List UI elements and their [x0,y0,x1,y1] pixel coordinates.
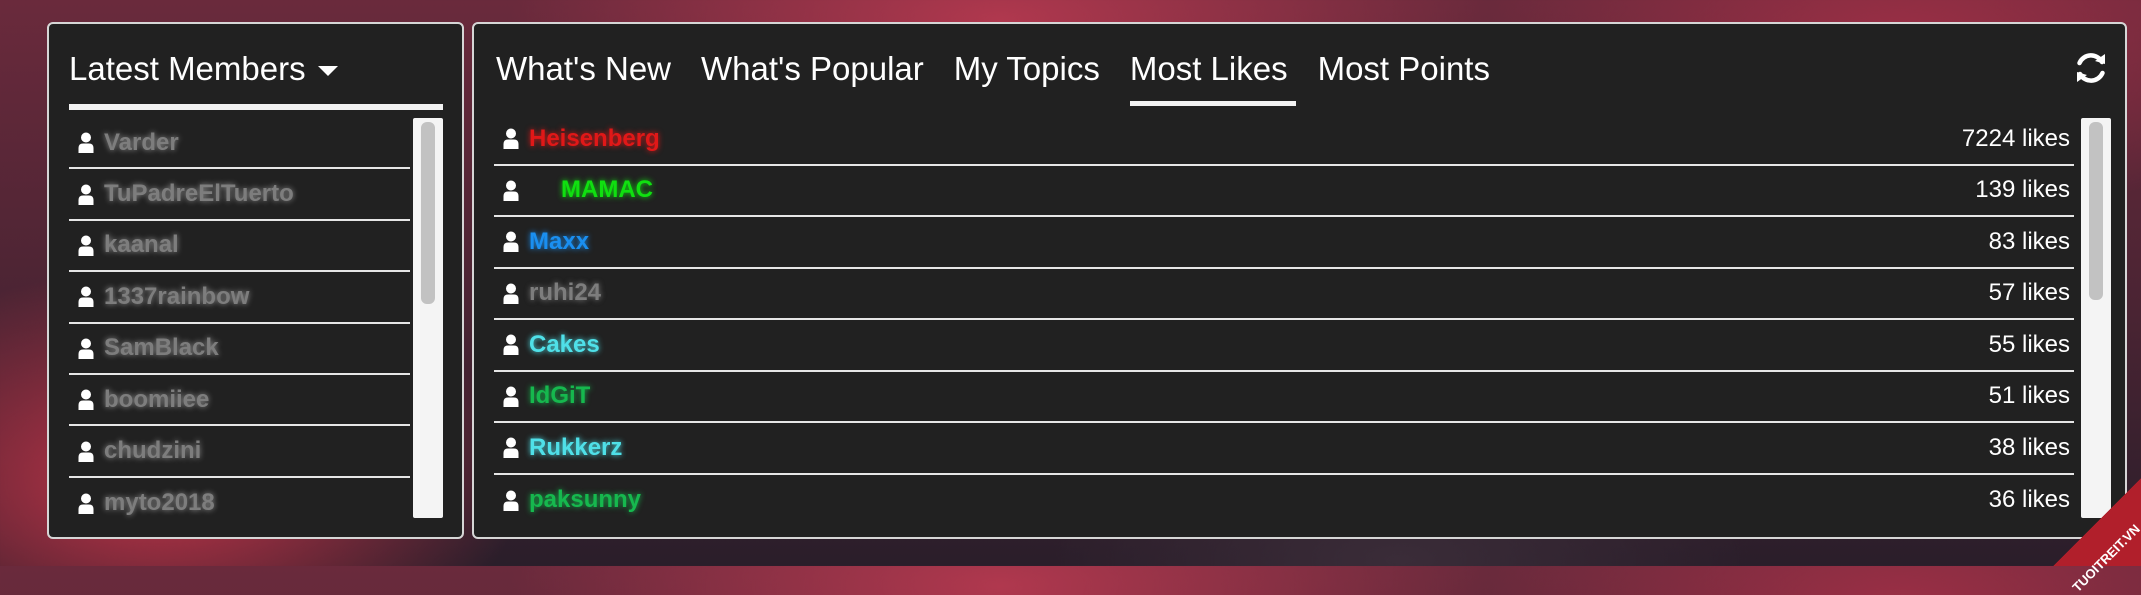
refresh-button[interactable] [2071,48,2111,88]
likes-scrollbar-thumb[interactable] [2089,122,2103,300]
site-watermark: TUOITREIT.VN [2053,474,2141,595]
user-icon [78,132,94,154]
refresh-icon [2077,53,2105,83]
member-row[interactable]: kaanal [69,221,410,273]
leaderboard-row: Heisenberg 7224 likes [494,114,2074,166]
likes-count: 38 likes [1988,433,2070,461]
member-row[interactable]: myto2018 [69,478,410,529]
member-row[interactable]: chudzini [69,426,410,478]
member-row[interactable]: Varder [69,118,410,170]
tab-most-points[interactable]: Most Points [1318,50,1498,100]
user-name-link[interactable]: paksunny [529,486,641,514]
member-name[interactable]: boomiiee [104,386,209,414]
member-name[interactable]: Varder [104,129,179,157]
latest-members-dropdown[interactable]: Latest Members [69,50,338,88]
leaderboard-row: MAMAC 139 likes [494,166,2074,217]
user-icon [503,283,519,304]
member-name[interactable]: kaanal [104,231,179,259]
latest-members-panel: Latest Members Varder TuPadreElTuerto kaan… [47,22,464,539]
likes-count: 57 likes [1988,279,2070,307]
member-name[interactable]: SamBlack [104,334,219,362]
likes-count: 51 likes [1988,382,2070,410]
user-icon [78,235,94,256]
likes-count: 139 likes [1975,176,2070,204]
members-title-underline [69,104,443,110]
user-icon [78,441,94,462]
leaderboard-row: paksunny 36 likes [494,475,2074,527]
leaderboard-row: Maxx 83 likes [494,217,2074,269]
likes-count: 7224 likes [1961,124,2070,152]
member-name[interactable]: TuPadreElTuerto [104,180,294,208]
tab-my-topics[interactable]: My Topics [954,50,1108,100]
user-icon [503,334,519,356]
user-icon [503,180,519,201]
tab-most-likes[interactable]: Most Likes [1129,50,1296,106]
members-scrollbar-thumb[interactable] [421,122,435,304]
latest-members-title: Latest Members [69,50,306,87]
member-row[interactable]: TuPadreElTuerto [69,169,410,221]
leaderboard-tabs: What's New What's Popular My Topics Most Li… [496,50,1520,106]
user-icon [503,128,519,150]
user-name-link[interactable]: Heisenberg [529,125,660,153]
member-row[interactable]: 1337rainbow [69,272,410,324]
user-icon [78,286,94,308]
user-name-link[interactable]: Maxx [529,228,589,256]
user-icon [503,437,519,459]
user-name-link[interactable]: Cakes [529,331,600,359]
most-likes-list: Heisenberg 7224 likes MAMAC 139 likes Maxx 83… [494,114,2074,526]
member-name[interactable]: myto2018 [104,489,215,517]
leaderboard-row: IdGiT 51 likes [494,372,2074,423]
tab-what-s-popular[interactable]: What's Popular [701,50,932,100]
member-row[interactable]: boomiiee [69,375,410,427]
user-icon [78,493,94,514]
user-icon [78,389,94,411]
leaderboard-row: ruhi24 57 likes [494,269,2074,320]
members-scrollbar[interactable] [413,118,443,518]
member-name[interactable]: 1337rainbow [104,283,249,311]
user-name-link[interactable]: ruhi24 [529,279,601,307]
user-name-link[interactable]: MAMAC [561,176,653,204]
likes-count: 83 likes [1988,227,2070,255]
leaderboard-panel: What's New What's Popular My Topics Most Li… [472,22,2127,539]
user-icon [503,490,519,511]
user-icon [78,184,94,205]
member-name[interactable]: chudzini [104,437,201,465]
members-list: Varder TuPadreElTuerto kaanal 1337rainbow Sa… [69,118,410,529]
user-name-link[interactable]: IdGiT [529,382,590,410]
likes-scrollbar[interactable] [2081,118,2111,518]
user-icon [503,386,519,407]
tab-what-s-new[interactable]: What's New [496,50,679,100]
member-row[interactable]: SamBlack [69,324,410,375]
user-name-link[interactable]: Rukkerz [529,434,622,462]
user-icon [78,338,94,359]
leaderboard-row: Cakes 55 likes [494,320,2074,372]
caret-down-icon [317,66,338,76]
user-icon [503,231,519,253]
likes-count: 55 likes [1988,330,2070,358]
watermark-text: TUOITREIT.VN [2069,521,2141,595]
leaderboard-row: Rukkerz 38 likes [494,423,2074,475]
